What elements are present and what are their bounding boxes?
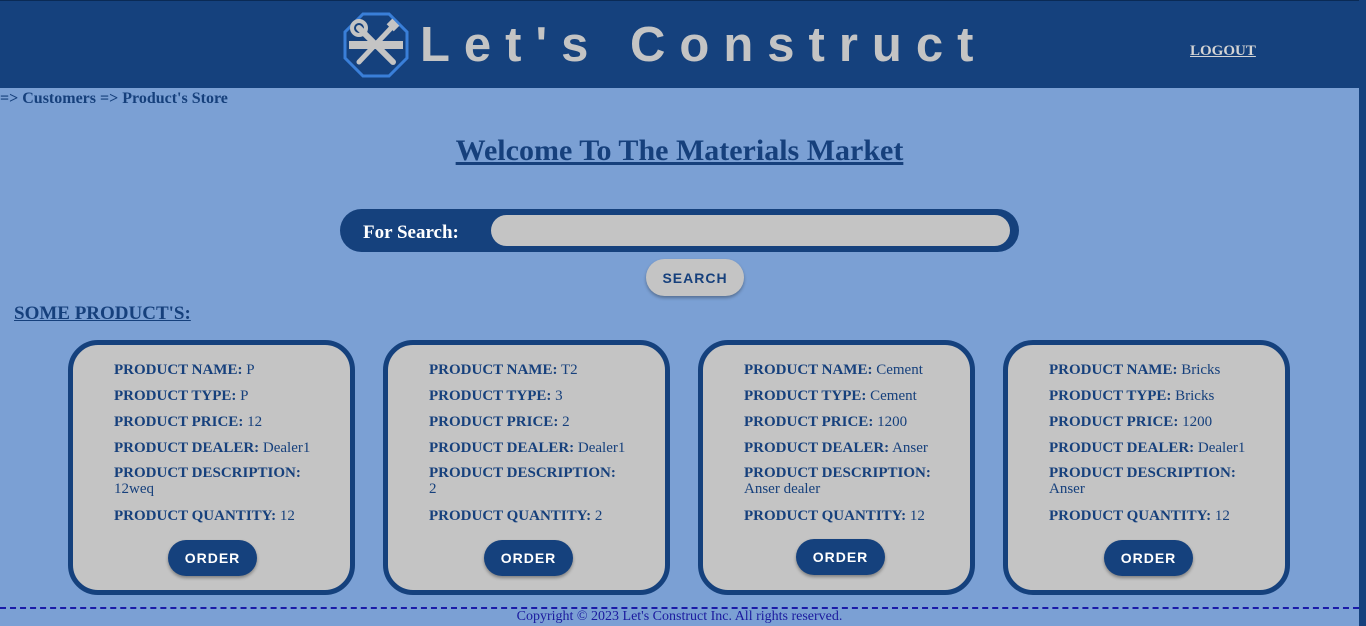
- product-dealer: Dealer1: [577, 440, 626, 456]
- search-bar: For Search:: [340, 209, 1019, 252]
- product-card: PRODUCT NAME: T2 PRODUCT TYPE: 3 PRODUCT…: [383, 340, 670, 595]
- product-name: P: [246, 362, 255, 378]
- product-price: 1200: [877, 414, 908, 430]
- field-label: PRODUCT QUANTITY:: [429, 508, 592, 524]
- brand-title: Let's Construct: [420, 18, 988, 72]
- page-title: Welcome To The Materials Market: [455, 134, 904, 167]
- field-label: PRODUCT DEALER:: [429, 440, 575, 456]
- field-label: PRODUCT DESCRIPTION:: [1049, 465, 1236, 481]
- tools-logo-icon: [343, 12, 409, 78]
- product-card: PRODUCT NAME: P PRODUCT TYPE: P PRODUCT …: [68, 340, 355, 595]
- field-label: PRODUCT PRICE:: [114, 414, 244, 430]
- field-label: PRODUCT DEALER:: [114, 440, 260, 456]
- field-label: PRODUCT TYPE:: [1049, 388, 1172, 404]
- product-quantity: 2: [594, 508, 603, 524]
- product-type: 3: [555, 388, 563, 404]
- field-label: PRODUCT DESCRIPTION:: [744, 465, 931, 481]
- product-type: P: [240, 388, 249, 404]
- breadcrumb: => Customers => Product's Store: [0, 90, 228, 107]
- field-label: PRODUCT NAME:: [744, 362, 873, 378]
- product-price: 12: [247, 414, 263, 430]
- product-description: Anser dealer: [744, 481, 821, 497]
- field-label: PRODUCT NAME:: [1049, 362, 1178, 378]
- product-type: Cement: [870, 388, 917, 404]
- product-quantity: 12: [1214, 508, 1230, 524]
- order-button[interactable]: ORDER: [168, 540, 257, 576]
- field-label: PRODUCT PRICE:: [429, 414, 559, 430]
- product-description: 12weq: [114, 481, 154, 497]
- field-label: PRODUCT PRICE:: [744, 414, 874, 430]
- product-quantity: 12: [909, 508, 925, 524]
- search-label: For Search:: [363, 222, 459, 243]
- field-label: PRODUCT QUANTITY:: [114, 508, 277, 524]
- logout-link[interactable]: LOGOUT: [1190, 43, 1256, 60]
- field-label: PRODUCT QUANTITY:: [1049, 508, 1212, 524]
- product-name: Bricks: [1181, 362, 1221, 378]
- search-input[interactable]: [491, 215, 1010, 246]
- product-description: 2: [429, 481, 437, 497]
- field-label: PRODUCT QUANTITY:: [744, 508, 907, 524]
- order-button[interactable]: ORDER: [1104, 540, 1193, 576]
- field-label: PRODUCT TYPE:: [429, 388, 552, 404]
- scrollbar[interactable]: [1359, 0, 1366, 626]
- order-button[interactable]: ORDER: [484, 540, 573, 576]
- product-dealer: Dealer1: [1197, 440, 1246, 456]
- field-label: PRODUCT TYPE:: [114, 388, 237, 404]
- section-title: SOME PRODUCT'S:: [14, 303, 191, 324]
- order-button[interactable]: ORDER: [796, 539, 885, 575]
- product-card: PRODUCT NAME: Cement PRODUCT TYPE: Cemen…: [698, 340, 975, 595]
- field-label: PRODUCT DESCRIPTION:: [114, 465, 301, 481]
- product-price: 2: [562, 414, 570, 430]
- product-price: 1200: [1182, 414, 1213, 430]
- product-type: Bricks: [1175, 388, 1215, 404]
- search-button[interactable]: SEARCH: [646, 259, 744, 296]
- footer-copyright: Copyright © 2023 Let's Construct Inc. Al…: [516, 609, 843, 624]
- product-dealer: Dealer1: [262, 440, 311, 456]
- field-label: PRODUCT TYPE:: [744, 388, 867, 404]
- field-label: PRODUCT NAME:: [114, 362, 243, 378]
- product-quantity: 12: [279, 508, 295, 524]
- product-dealer: Anser: [892, 440, 928, 456]
- field-label: PRODUCT PRICE:: [1049, 414, 1179, 430]
- product-description: Anser: [1049, 481, 1085, 497]
- field-label: PRODUCT DESCRIPTION:: [429, 465, 616, 481]
- product-name: T2: [560, 362, 578, 378]
- field-label: PRODUCT DEALER:: [1049, 440, 1195, 456]
- field-label: PRODUCT NAME:: [429, 362, 558, 378]
- field-label: PRODUCT DEALER:: [744, 440, 890, 456]
- header: Let's Construct LOGOUT: [0, 0, 1359, 88]
- product-card: PRODUCT NAME: Bricks PRODUCT TYPE: Brick…: [1003, 340, 1290, 595]
- product-name: Cement: [876, 362, 923, 378]
